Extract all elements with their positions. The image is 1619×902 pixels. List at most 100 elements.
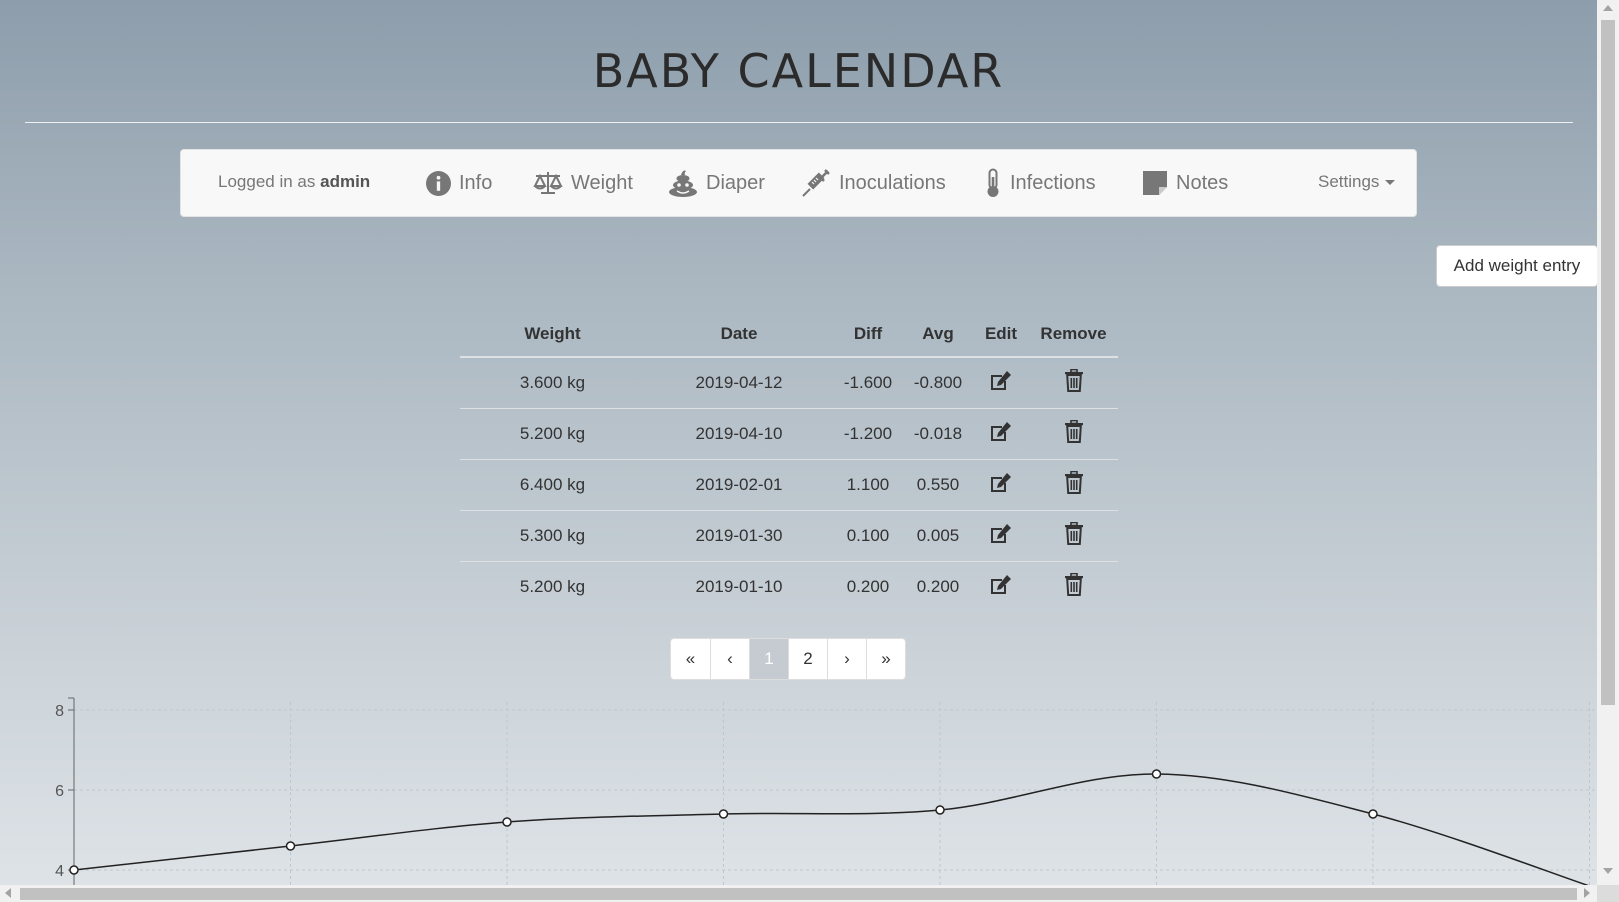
horizontal-scroll-thumb[interactable] bbox=[20, 888, 1577, 900]
header-weight: Weight bbox=[460, 312, 645, 358]
add-weight-entry-button[interactable]: Add weight entry bbox=[1436, 245, 1598, 287]
edit-icon[interactable] bbox=[989, 370, 1013, 397]
thermometer-icon bbox=[987, 168, 999, 197]
pagination-page[interactable]: 2 bbox=[788, 639, 827, 679]
cell-diff: -1.600 bbox=[833, 357, 903, 409]
cell-remove bbox=[1029, 357, 1118, 409]
syringe-icon bbox=[802, 169, 830, 197]
cell-edit bbox=[973, 357, 1029, 409]
edit-icon[interactable] bbox=[989, 574, 1013, 601]
nav-label-notes: Notes bbox=[1176, 171, 1229, 194]
vertical-scrollbar[interactable] bbox=[1597, 0, 1619, 885]
edit-icon[interactable] bbox=[989, 421, 1013, 448]
pagination-prev[interactable]: ‹ bbox=[710, 639, 749, 679]
cell-date: 2019-04-10 bbox=[645, 408, 833, 460]
trash-icon[interactable] bbox=[1064, 521, 1084, 550]
login-prefix: Logged in as bbox=[218, 172, 316, 191]
scroll-right-arrow-icon[interactable] bbox=[1584, 888, 1590, 898]
chart-y-tick-label: 4 bbox=[55, 863, 64, 880]
trash-icon[interactable] bbox=[1064, 368, 1084, 397]
nav-item-weight[interactable]: Weight bbox=[533, 168, 633, 198]
chart-data-point bbox=[1368, 809, 1378, 819]
weight-table: Weight Date Diff Avg Edit Remove 3.600 k… bbox=[460, 312, 1118, 612]
chart-y-tick-label: 6 bbox=[55, 783, 64, 800]
horizontal-scrollbar[interactable] bbox=[0, 885, 1597, 902]
cell-edit bbox=[973, 510, 1029, 562]
header-date: Date bbox=[645, 312, 833, 358]
header-avg: Avg bbox=[903, 312, 973, 358]
pagination: «‹ 1 2 ›» bbox=[670, 638, 906, 680]
chart-data-point bbox=[285, 841, 296, 851]
header-remove: Remove bbox=[1029, 312, 1118, 358]
page-title: BABY CALENDAR bbox=[592, 44, 1005, 98]
nav-item-inoculations[interactable]: Inoculations bbox=[801, 168, 946, 198]
cell-date: 2019-01-30 bbox=[645, 510, 833, 562]
cell-date: 2019-02-01 bbox=[645, 459, 833, 511]
header-edit: Edit bbox=[973, 312, 1029, 358]
cell-remove bbox=[1029, 562, 1118, 613]
cell-diff: -1.200 bbox=[833, 408, 903, 460]
chart-data-point bbox=[1151, 769, 1162, 779]
nav-label-weight: Weight bbox=[571, 171, 633, 194]
login-status: Logged in as admin bbox=[218, 172, 370, 192]
cell-remove bbox=[1029, 459, 1118, 511]
nav-item-diaper[interactable]: Diaper bbox=[668, 168, 765, 198]
navbar: Logged in as admin Info Weight Diaper In… bbox=[180, 149, 1417, 217]
edit-icon[interactable] bbox=[989, 523, 1013, 550]
settings-dropdown[interactable]: Settings bbox=[1318, 172, 1396, 192]
cell-edit bbox=[973, 459, 1029, 511]
cell-weight: 5.300 kg bbox=[460, 510, 645, 562]
table-row: 6.400 kg 2019-02-01 1.100 0.550 bbox=[460, 459, 1118, 511]
cell-remove bbox=[1029, 408, 1118, 460]
cell-avg: 0.200 bbox=[916, 577, 960, 596]
cell-avg: -0.018 bbox=[903, 408, 973, 460]
trash-icon[interactable] bbox=[1064, 419, 1084, 448]
pagination-last[interactable]: » bbox=[866, 639, 905, 679]
chart-data-point bbox=[935, 805, 945, 815]
table-row: 5.300 kg 2019-01-30 0.100 0.005 bbox=[460, 510, 1118, 562]
chart-series-line bbox=[73, 773, 1589, 885]
cell-weight: 5.200 kg bbox=[460, 408, 645, 460]
info-icon bbox=[426, 170, 451, 196]
login-user: admin bbox=[320, 172, 371, 191]
vertical-scroll-thumb[interactable] bbox=[1601, 20, 1615, 705]
cell-avg: -0.800 bbox=[903, 357, 973, 409]
pagination-page[interactable]: 1 bbox=[749, 639, 788, 679]
nav-item-infections[interactable]: Infections bbox=[984, 168, 1096, 198]
chart-y-tick-label: 8 bbox=[55, 703, 64, 720]
cell-weight: 6.400 kg bbox=[460, 459, 645, 511]
pagination-first[interactable]: « bbox=[671, 639, 710, 679]
cell-avg: 0.005 bbox=[903, 510, 973, 562]
cell-diff: 0.200 bbox=[846, 577, 890, 596]
table-row: 5.200 kg 2019-01-10 0.200 0.200 bbox=[460, 562, 1118, 613]
edit-icon[interactable] bbox=[989, 472, 1013, 499]
pagination-next[interactable]: › bbox=[827, 639, 866, 679]
cell-diff: 1.100 bbox=[833, 459, 903, 511]
cell-edit bbox=[973, 408, 1029, 460]
table-row: 3.600 kg 2019-04-12 -1.600 -0.800 bbox=[460, 357, 1118, 409]
nav-item-notes[interactable]: Notes bbox=[1142, 168, 1228, 198]
sticky-note-icon bbox=[1143, 171, 1167, 195]
poop-icon bbox=[669, 170, 697, 197]
scroll-up-arrow-icon[interactable] bbox=[1603, 5, 1613, 11]
caret-down-icon bbox=[1385, 180, 1396, 186]
scroll-left-arrow-icon[interactable] bbox=[5, 888, 11, 898]
scrollbar-corner bbox=[1597, 885, 1619, 902]
chart-data-point bbox=[502, 817, 512, 827]
cell-weight: 5.200 kg bbox=[519, 577, 586, 596]
chart-data-point bbox=[718, 809, 729, 819]
nav-label-inoculations: Inoculations bbox=[839, 171, 946, 194]
header-diff: Diff bbox=[833, 312, 903, 358]
trash-icon[interactable] bbox=[1064, 572, 1084, 601]
table-row: 5.200 kg 2019-04-10 -1.200 -0.018 bbox=[460, 408, 1118, 460]
weight-chart: 4 6 8 bbox=[55, 697, 1597, 885]
nav-item-info[interactable]: Info bbox=[426, 168, 492, 198]
nav-label-infections: Infections bbox=[1010, 171, 1096, 194]
cell-remove bbox=[1029, 510, 1118, 562]
table-header-row: Weight Date Diff Avg Edit Remove bbox=[460, 312, 1118, 358]
cell-weight: 3.600 kg bbox=[460, 357, 645, 409]
cell-edit bbox=[973, 562, 1029, 613]
scroll-down-arrow-icon[interactable] bbox=[1603, 868, 1613, 874]
trash-icon[interactable] bbox=[1064, 470, 1084, 499]
nav-label-info: Info bbox=[459, 171, 493, 194]
